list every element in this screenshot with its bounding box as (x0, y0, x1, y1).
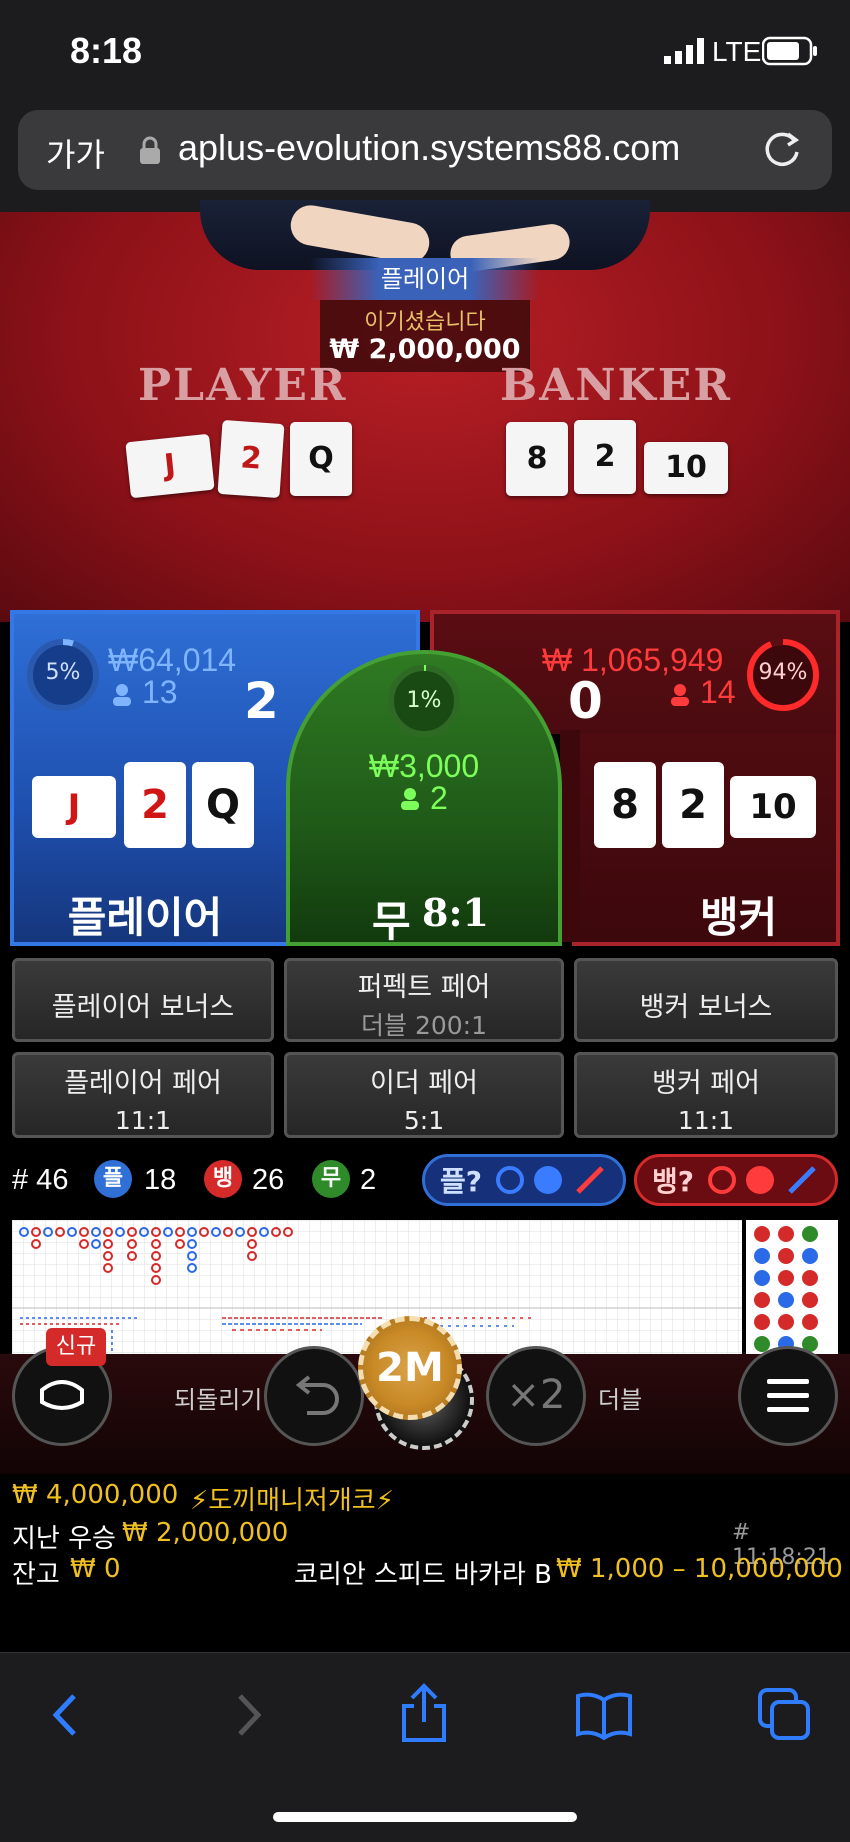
table-card-banker-2: 2 (574, 420, 636, 494)
player-card-1: J (32, 776, 116, 838)
player-percent: 5% (45, 660, 81, 685)
perfect-pair-payout: 더블 200:1 (361, 1011, 487, 1040)
battery-icon (761, 36, 818, 66)
table-card-banker-1: 8 (506, 422, 568, 496)
round-number: # 46 (12, 1164, 69, 1196)
banker-bonus-label: 뱅커 보너스 (639, 992, 773, 1023)
tie-user-count: 2 (430, 780, 448, 816)
player-pair-button[interactable]: 플레이어 페어 11:1 (12, 1052, 274, 1138)
selected-chip[interactable]: 2M (358, 1316, 462, 1420)
hamburger-icon (767, 1379, 809, 1412)
text-size-button[interactable]: 가가 (46, 130, 105, 176)
player-win-count: 18 (144, 1164, 177, 1196)
tie-bet-amount: ₩3,000 (368, 748, 480, 784)
double-button[interactable]: ×2 (486, 1346, 586, 1446)
home-indicator (273, 1812, 577, 1822)
new-badge: 신규 (46, 1328, 106, 1366)
tie-users-icon (400, 788, 420, 810)
table-card-player-3: Q (290, 422, 352, 496)
double-label: 더블 (598, 1386, 643, 1414)
table-banker-label: BANKER (500, 360, 732, 411)
share-icon[interactable] (398, 1682, 450, 1744)
banker-win-count: 26 (252, 1164, 285, 1196)
banker-pair-button[interactable]: 뱅커 페어 11:1 (574, 1052, 838, 1138)
forward-icon[interactable] (226, 1690, 270, 1740)
last-win-label: 지난 우승 (12, 1524, 116, 1554)
table-card-banker-3: 10 (644, 442, 728, 494)
table-card-player-1: J (125, 433, 215, 499)
double-icon: ×2 (506, 1372, 566, 1418)
banker-percent: 94% (758, 660, 808, 685)
game-name: 코리안 스피드 바카라 B (294, 1560, 552, 1590)
banker-pair-label: 뱅커 페어 (652, 1068, 760, 1099)
banker-count-badge: 뱅 (204, 1160, 242, 1198)
tie-count-badge: 무 (312, 1160, 350, 1198)
player-score: 2 (244, 672, 279, 730)
undo-label: 되돌리기 (174, 1386, 263, 1414)
bookmarks-icon[interactable] (574, 1690, 634, 1741)
top-winner-name: ⚡도끼매니저개코⚡ (190, 1486, 394, 1516)
player-users-icon (112, 684, 132, 706)
balance-label: 잔고 (12, 1560, 60, 1590)
signal-icon (664, 38, 708, 64)
tie-payout: 8:1 (422, 890, 489, 935)
table-icon (36, 1376, 88, 1414)
either-pair-payout: 5:1 (403, 1106, 445, 1135)
either-pair-button[interactable]: 이더 페어 5:1 (284, 1052, 564, 1138)
banker-bonus-button[interactable]: 뱅커 보너스 (574, 958, 838, 1042)
banker-pair-payout: 11:1 (677, 1106, 735, 1135)
banker-score: 0 (568, 672, 603, 730)
top-winner-amount: ₩ 4,000,000 (12, 1480, 179, 1510)
bet-limits: ₩ 1,000 – 10,000,000 (556, 1554, 843, 1584)
player-bonus-button[interactable]: 플레이어 보너스 (12, 958, 274, 1042)
win-message: 이기셨습니다 (364, 310, 486, 335)
player-pair-label: 플레이어 페어 (64, 1068, 222, 1099)
banker-bet-label: 뱅커 (700, 893, 778, 942)
player-prediction-icons (496, 1164, 608, 1196)
tabs-icon[interactable] (756, 1686, 812, 1742)
url-text[interactable]: aplus-evolution.systems88.com (178, 127, 680, 169)
back-icon[interactable] (44, 1690, 88, 1740)
table-card-player-2: 2 (217, 419, 285, 499)
network-type: LTE (712, 36, 762, 67)
winner-banner: 플레이어 (310, 258, 540, 300)
banker-prediction-icons (708, 1164, 820, 1196)
last-win-amount: ₩ 2,000,000 (122, 1518, 289, 1548)
table-player-label: PLAYER (138, 360, 348, 411)
tie-percent: 1% (406, 688, 442, 713)
player-card-2: 2 (124, 762, 186, 848)
player-card-3: Q (192, 762, 254, 848)
lock-icon (140, 136, 160, 164)
banker-bet-area-left (560, 730, 580, 942)
player-bet-label: 플레이어 (67, 893, 223, 942)
reload-icon[interactable] (760, 128, 804, 172)
banker-card-2: 2 (662, 762, 724, 848)
player-count-badge: 플 (94, 1160, 132, 1198)
player-prediction-label: 플? (440, 1165, 483, 1198)
menu-button[interactable] (738, 1346, 838, 1446)
player-bonus-label: 플레이어 보너스 (51, 992, 235, 1023)
undo-button[interactable] (264, 1346, 364, 1446)
banker-user-count: 14 (700, 674, 736, 710)
banker-users-icon (670, 684, 690, 706)
tie-win-count: 2 (360, 1164, 377, 1196)
perfect-pair-label: 퍼펙트 페어 (357, 972, 491, 1003)
roadmap-side-board[interactable] (746, 1220, 838, 1354)
banker-card-1: 8 (594, 762, 656, 848)
undo-icon (295, 1375, 339, 1415)
perfect-pair-button[interactable]: 퍼펙트 페어 더블 200:1 (284, 958, 564, 1042)
player-user-count: 13 (142, 674, 178, 710)
banker-prediction-label: 뱅? (652, 1165, 695, 1198)
status-time: 8:18 (70, 30, 143, 71)
player-pair-payout: 11:1 (114, 1106, 172, 1135)
banker-card-3: 10 (730, 776, 816, 838)
balance-amount: ₩ 0 (70, 1554, 121, 1584)
tie-bet-label: 무 (372, 897, 411, 946)
either-pair-label: 이더 페어 (370, 1068, 478, 1099)
